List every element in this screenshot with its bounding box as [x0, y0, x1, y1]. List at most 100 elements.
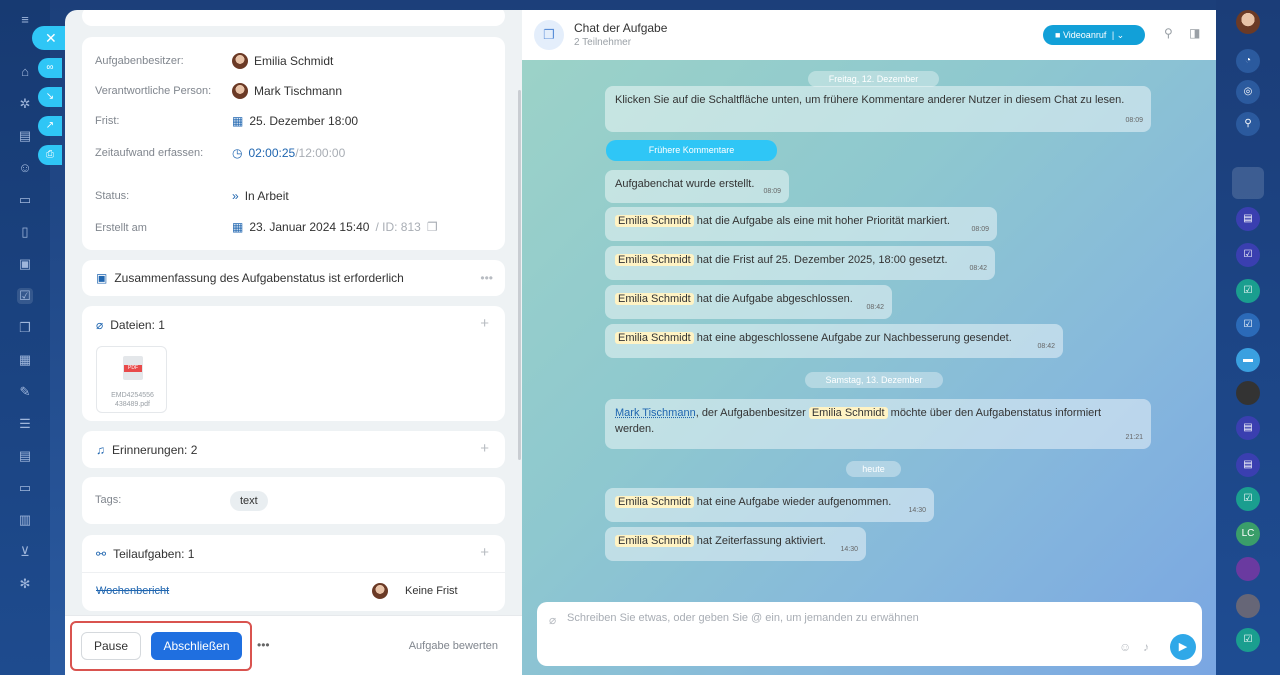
- deadline-value[interactable]: ▦ 25. Dezember 18:00: [232, 114, 358, 128]
- paperclip-icon[interactable]: ⌀: [549, 613, 556, 627]
- task-panel: Aufgabenbesitzer: Emilia Schmidt Verantw…: [65, 10, 522, 675]
- user-mention[interactable]: Emilia Schmidt: [615, 254, 694, 266]
- chat-icon[interactable]: ▤: [1236, 207, 1260, 231]
- summary-card[interactable]: ▣ Zusammenfassung des Aufgabenstatus ist…: [82, 260, 505, 296]
- pen-icon[interactable]: ✎: [17, 384, 33, 400]
- user-mention[interactable]: Emilia Schmidt: [615, 535, 694, 547]
- owner-value[interactable]: Emilia Schmidt: [232, 53, 333, 69]
- files-title: Dateien: 1: [110, 318, 165, 332]
- time-value[interactable]: ◷ 02:00:25/12:00:00: [232, 146, 345, 160]
- task-icon[interactable]: ☑: [1236, 313, 1260, 337]
- users-icon[interactable]: ☺: [17, 160, 33, 176]
- files-card: ⌀ Dateien: 1 + PDF EMD4254556 438489.pdf: [82, 306, 505, 421]
- task-icon[interactable]: ☑: [1236, 628, 1260, 652]
- user-link[interactable]: Mark Tischmann: [615, 407, 696, 419]
- add-file-icon[interactable]: +: [480, 315, 489, 332]
- message-text: hat die Frist auf 25. Dezember 2025, 18:…: [693, 254, 948, 266]
- user-avatar[interactable]: [1236, 381, 1260, 405]
- download-icon[interactable]: ↘: [38, 87, 62, 107]
- settings-icon[interactable]: ✲: [17, 96, 33, 112]
- user-mention[interactable]: Emilia Schmidt: [808, 407, 888, 419]
- message-text: hat die Aufgabe abgeschlossen.: [693, 293, 853, 305]
- message-text: Aufgabenchat wurde erstellt.: [615, 178, 755, 190]
- home-icon[interactable]: ⌂: [17, 64, 33, 80]
- subtask-name[interactable]: Wochenbericht: [96, 585, 169, 597]
- send-button[interactable]: ▶: [1170, 634, 1196, 660]
- pause-button[interactable]: Pause: [81, 632, 141, 660]
- notifications-icon[interactable]: ◔: [1236, 49, 1260, 73]
- microphone-icon[interactable]: ♪: [1143, 640, 1149, 654]
- chat-participants[interactable]: 2 Teilnehmer: [574, 37, 631, 48]
- card-icon[interactable]: ▭: [17, 480, 33, 496]
- earlier-comments-button[interactable]: Frühere Kommentare: [606, 140, 777, 161]
- menu-icon[interactable]: ≡: [17, 12, 33, 28]
- user-avatar[interactable]: [1236, 10, 1260, 34]
- user-badge[interactable]: LC: [1236, 522, 1260, 546]
- message-icon[interactable]: ▬: [1236, 348, 1260, 372]
- print-icon[interactable]: ⎙: [38, 145, 62, 165]
- sidebar-toggle-icon[interactable]: ◨: [1189, 26, 1200, 40]
- message-text: hat Zeiterfassung aktiviert.: [693, 535, 826, 547]
- open-new-window-icon[interactable]: ↗: [38, 116, 62, 136]
- created-label: Erstellt am: [95, 222, 147, 234]
- document-icon[interactable]: ▤: [17, 128, 33, 144]
- chat-icon[interactable]: ❐: [17, 320, 33, 336]
- more-icon[interactable]: •••: [257, 638, 270, 652]
- deadline-text: 25. Dezember 18:00: [249, 114, 359, 128]
- task-icon[interactable]: ☑: [1236, 487, 1260, 511]
- status-text: In Arbeit: [244, 189, 289, 203]
- copy-icon[interactable]: ❐: [427, 220, 438, 234]
- right-sidebar: ◔ ◎ ⚲ ▤ ☑ ☑ ☑ ▬ ▤ ▤ ☑ LC ☑: [1216, 0, 1280, 675]
- emoji-icon[interactable]: ☺: [1119, 640, 1131, 654]
- chat-icon[interactable]: ▤: [1236, 453, 1260, 477]
- inbox-icon[interactable]: ▭: [17, 192, 33, 208]
- user-mention[interactable]: Emilia Schmidt: [615, 496, 694, 508]
- search-icon[interactable]: ⚲: [1164, 26, 1173, 40]
- status-value[interactable]: » In Arbeit: [232, 189, 289, 203]
- user-avatar[interactable]: [1236, 557, 1260, 581]
- task-icon[interactable]: ☑: [1236, 243, 1260, 267]
- gear-icon[interactable]: ✻: [17, 576, 33, 592]
- tasks-icon[interactable]: ☑: [17, 288, 33, 304]
- message-time: 08:09: [763, 188, 781, 195]
- message-time: 14:30: [908, 507, 926, 514]
- target-icon[interactable]: ◎: [1236, 80, 1260, 104]
- cart-icon[interactable]: ⊻: [17, 544, 33, 560]
- add-reminder-icon[interactable]: +: [480, 440, 489, 457]
- message-text: hat eine Aufgabe wieder aufgenommen.: [693, 496, 892, 508]
- user-avatar[interactable]: [1236, 594, 1260, 618]
- add-subtask-icon[interactable]: +: [480, 544, 489, 561]
- chat-message: Emilia Schmidt hat die Aufgabe abgeschlo…: [605, 285, 892, 319]
- file-icon[interactable]: ▯: [17, 224, 33, 240]
- chat-panel: ❐ Chat der Aufgabe 2 Teilnehmer ■ Videoa…: [522, 10, 1216, 675]
- message-input[interactable]: [567, 612, 1127, 624]
- close-slider-button[interactable]: ✕: [32, 26, 68, 50]
- user-mention[interactable]: Emilia Schmidt: [615, 215, 694, 227]
- chart-icon[interactable]: ▥: [17, 512, 33, 528]
- calendar-icon[interactable]: ▦: [17, 352, 33, 368]
- scrollbar[interactable]: [518, 90, 521, 460]
- responsible-value[interactable]: Mark Tischmann: [232, 83, 342, 99]
- list-icon[interactable]: ▤: [17, 448, 33, 464]
- message-time: 21:21: [1125, 434, 1143, 441]
- user-mention[interactable]: Emilia Schmidt: [615, 293, 694, 305]
- task-info-card: Aufgabenbesitzer: Emilia Schmidt Verantw…: [82, 37, 505, 250]
- task-footer: Pause Abschließen ••• Aufgabe bewerten: [65, 615, 522, 675]
- filter-icon[interactable]: ☰: [17, 416, 33, 432]
- user-avatar[interactable]: [1232, 167, 1264, 199]
- chat-message: Aufgabenchat wurde erstellt. 08:09: [605, 170, 789, 203]
- user-mention[interactable]: Emilia Schmidt: [615, 332, 694, 344]
- file-item[interactable]: PDF EMD4254556 438489.pdf: [96, 346, 167, 413]
- task-icon[interactable]: ☑: [1236, 279, 1260, 303]
- link-icon[interactable]: ∞: [38, 58, 62, 78]
- chat-icon[interactable]: ▤: [1236, 416, 1260, 440]
- message-time: 08:09: [1125, 117, 1143, 124]
- more-icon[interactable]: •••: [480, 271, 493, 285]
- search-icon[interactable]: ⚲: [1236, 112, 1260, 136]
- tag-chip[interactable]: text: [230, 491, 268, 511]
- complete-button[interactable]: Abschließen: [151, 632, 242, 660]
- reminders-card[interactable]: ♫ Erinnerungen: 2 +: [82, 431, 505, 468]
- monitor-icon[interactable]: ▣: [17, 256, 33, 272]
- rate-task-link[interactable]: Aufgabe bewerten: [409, 640, 498, 652]
- video-call-button[interactable]: ■ Videoanruf | ⌄: [1043, 25, 1145, 45]
